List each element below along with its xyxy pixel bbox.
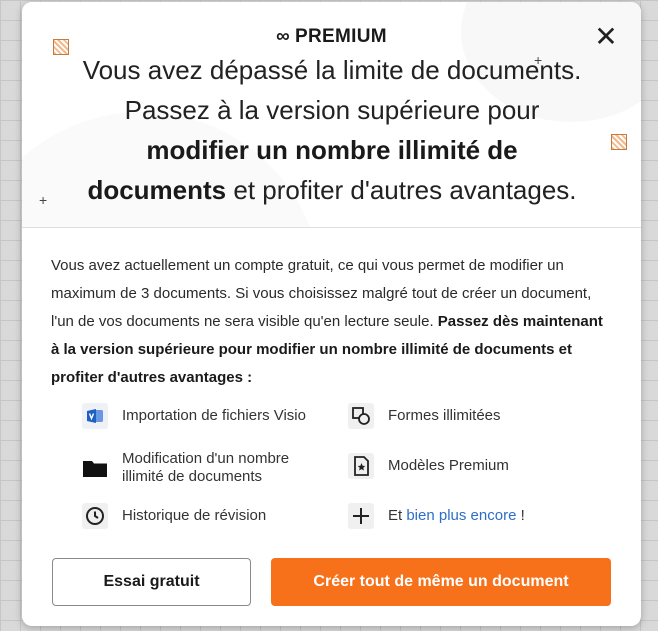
headline-line2: Passez à la version supérieure pour: [124, 95, 540, 125]
feature-much-more: Et bien plus encore !: [348, 503, 525, 529]
modal-headline: Vous avez dépassé la limite de documents…: [52, 50, 612, 210]
free-trial-button-label[interactable]: Essai gratuit: [103, 573, 199, 591]
create-document-anyway-button[interactable]: Créer tout de même un document: [271, 558, 611, 606]
free-trial-button[interactable]: Essai gratuit: [52, 558, 251, 606]
infinity-icon: ∞: [276, 26, 291, 47]
headline-rest: et profiter d'autres avantages.: [226, 175, 577, 205]
headline-line1: Vous avez dépassé la limite de documents…: [82, 55, 582, 85]
feature-unlimited-shapes: Formes illimitées: [348, 403, 501, 429]
headline-bold1: modifier un nombre illimité de: [146, 135, 518, 165]
more-features-link[interactable]: bien plus encore: [406, 507, 516, 524]
close-icon[interactable]: ✕: [594, 21, 617, 52]
more-suffix: !: [516, 507, 525, 524]
template-icon: [348, 453, 374, 479]
upgrade-modal: + + ∞ PREMIUM ✕ Vous avez dépassé la limi…: [22, 2, 641, 626]
feature-unlimited-documents: Modification d'un nombre illimité de doc…: [82, 450, 322, 486]
feature-label: Historique de révision: [122, 507, 267, 524]
modal-header: + + ∞ PREMIUM ✕ Vous avez dépassé la limi…: [22, 2, 641, 227]
clock-icon: [82, 503, 108, 529]
shapes-icon: [348, 403, 374, 429]
visio-icon: [82, 403, 108, 429]
feature-premium-templates: Modèles Premium: [348, 453, 509, 479]
header-divider: [22, 227, 641, 228]
decorative-hatched-square: [611, 134, 627, 150]
feature-label: Et bien plus encore !: [388, 507, 525, 525]
folder-icon: [82, 455, 108, 481]
feature-revision-history: Historique de révision: [82, 503, 266, 529]
feature-label: Formes illimitées: [388, 407, 501, 424]
headline-bold2: documents: [87, 175, 227, 205]
plan-description: Vous avez actuellement un compte gratuit…: [51, 252, 613, 392]
close-button[interactable]: ✕: [591, 22, 621, 52]
premium-label: PREMIUM: [295, 26, 387, 47]
premium-badge: ∞ PREMIUM: [22, 26, 641, 48]
plus-icon: [348, 503, 374, 529]
decorative-plus: +: [39, 192, 48, 208]
more-prefix: Et: [388, 507, 407, 524]
feature-label: Importation de fichiers Visio: [122, 407, 306, 424]
create-document-button-label[interactable]: Créer tout de même un document: [313, 573, 568, 591]
feature-visio-import: Importation de fichiers Visio: [82, 403, 306, 429]
feature-label: Modification d'un nombre illimité de doc…: [122, 450, 290, 485]
feature-label: Modèles Premium: [388, 457, 509, 474]
